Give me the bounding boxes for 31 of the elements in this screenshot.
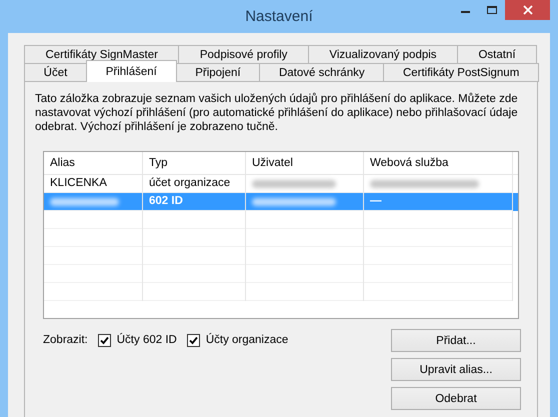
close-icon [522, 4, 534, 16]
filter-label: Zobrazit: [43, 334, 88, 346]
table-cell: účet organizace [149, 177, 230, 189]
tab[interactable]: Vizualizovaný podpis [308, 45, 458, 63]
checkbox[interactable]: Účty 602 ID [98, 334, 177, 346]
tab[interactable]: Účet [24, 63, 88, 82]
tab[interactable]: Podpisové profily [178, 45, 309, 63]
table-cell: KLICENKA [50, 177, 107, 189]
checkmark-icon [188, 336, 198, 344]
tab[interactable]: Certifikáty SignMaster [24, 45, 180, 63]
maximize-icon [486, 5, 498, 15]
table-cell: — [370, 195, 382, 207]
tab[interactable]: Připojení [176, 63, 260, 82]
dialog-button[interactable]: Upravit alias... [391, 358, 521, 381]
dialog-button[interactable]: Přidat... [391, 329, 521, 352]
tab[interactable]: Datové schránky [259, 63, 384, 82]
tab[interactable]: Přihlášení [86, 60, 177, 82]
tab[interactable]: Ostatní [457, 45, 538, 63]
checkmark-icon [100, 336, 109, 344]
column-header[interactable]: Typ [143, 152, 246, 174]
column-header[interactable]: Webová služba [364, 152, 513, 174]
column-header[interactable]: Uživatel [246, 152, 364, 174]
description-text: Tato záložka zobrazuje seznam vašich uložených údajů pro přihlášení do aplikace. Můžete zde nastavovat výchozí přihlášení (pro automatické přihlášení do aplikace) nebo přihlašovací údaje odebrat. Výchozí přihlášení je zobrazeno tučně. [35, 92, 519, 134]
table-cell: 602 ID [149, 195, 183, 207]
close-button[interactable] [505, 0, 550, 20]
checkbox[interactable]: Účty organizace [186, 334, 288, 346]
tab[interactable]: Certifikáty PostSignum [383, 63, 539, 82]
window-title: Nastavení [245, 8, 313, 25]
blurred-text [50, 198, 119, 206]
dialog-button[interactable]: Odebrat [391, 387, 521, 410]
column-header[interactable]: Alias [44, 152, 143, 174]
